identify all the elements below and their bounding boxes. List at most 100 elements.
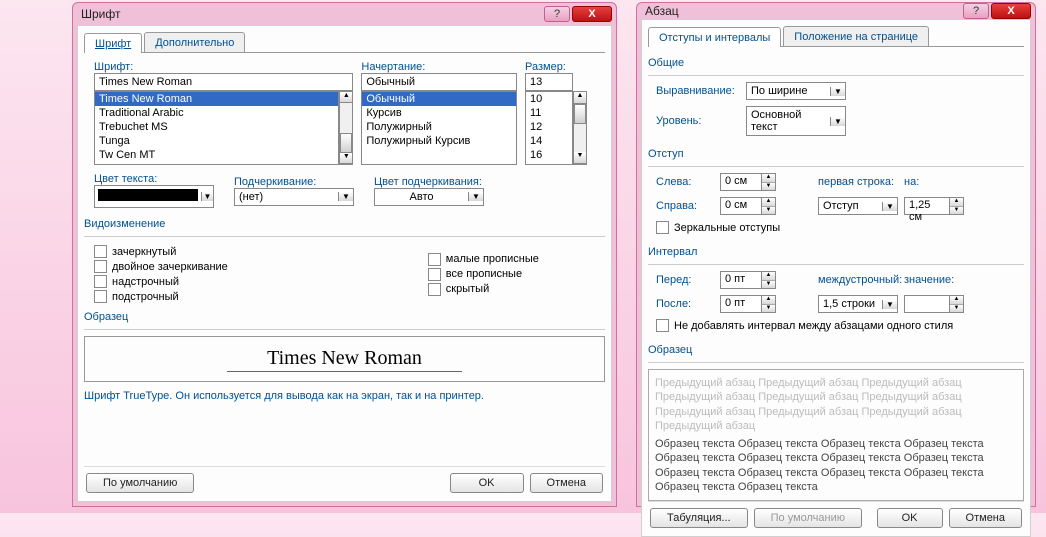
before-spinner[interactable]: 0 пт▲▼ [720,271,776,289]
cancel-button[interactable]: Отмена [949,508,1022,528]
general-group-label: Общие [648,57,1024,69]
size-list-item[interactable]: 11 [526,106,572,120]
level-dropdown[interactable]: Основной текст▼ [746,106,846,136]
size-input[interactable] [525,73,573,91]
linespacing-dropdown[interactable]: 1,5 строки▼ [818,295,898,313]
help-icon[interactable]: ? [963,3,989,19]
sample-group-label: Образец [648,344,1024,356]
font-name-input[interactable] [94,73,353,91]
super-checkbox[interactable]: надстрочный [94,275,228,288]
style-label: Начертание: [361,61,425,73]
chevron-down-icon[interactable]: ▼ [338,192,353,201]
first-on-spinner[interactable]: 1,25 см▲▼ [904,197,964,215]
on-label: на: [904,176,926,188]
strike-checkbox[interactable]: зачеркнутый [94,245,228,258]
titlebar-para[interactable]: Абзац ? X [637,3,1035,19]
scroll-down-icon[interactable]: ▼ [340,153,352,164]
size-list-item[interactable]: 14 [526,134,572,148]
close-icon[interactable]: X [572,6,612,22]
style-list-item[interactable]: Полужирный Курсив [362,134,516,148]
first-line-dropdown[interactable]: Отступ▼ [818,197,898,215]
style-list-item[interactable]: Полужирный [362,120,516,134]
chevron-down-icon[interactable]: ▼ [882,202,897,211]
mirror-checkbox[interactable]: Зеркальные отступы [656,221,1016,234]
style-list-item[interactable]: Курсив [362,106,516,120]
underline-dropdown[interactable]: (нет) ▼ [234,188,354,206]
titlebar-font[interactable]: Шрифт ? X [73,3,616,25]
spin-down-icon[interactable]: ▼ [762,281,775,289]
spin-down-icon[interactable]: ▼ [762,183,775,191]
spin-up-icon[interactable]: ▲ [762,198,775,207]
linespacing-label: междустрочный: [818,274,898,286]
interval-group-label: Интервал [648,246,1024,258]
first-line-label: первая строка: [818,176,898,188]
font-list-item[interactable]: Tw Cen MT [95,148,338,162]
font-listbox[interactable]: Times New Roman Traditional Arabic Trebu… [94,91,339,165]
ok-button[interactable]: OK [877,508,943,528]
dialog-title: Шрифт [81,7,542,21]
hidden-checkbox[interactable]: скрытый [428,283,539,296]
chevron-down-icon[interactable]: ▼ [882,300,897,309]
tab-advanced[interactable]: Дополнительно [144,32,245,52]
tab-page-pos[interactable]: Положение на странице [783,26,929,46]
dstrike-checkbox[interactable]: двойное зачеркивание [94,260,228,273]
style-input[interactable] [361,73,517,91]
ok-button[interactable]: OK [450,473,524,493]
tabs-font: Шрифт Дополнительно [84,32,605,53]
nospace-checkbox[interactable]: Не добавлять интервал между абзацами одн… [656,319,1016,332]
close-icon[interactable]: X [991,3,1031,19]
scroll-up-icon[interactable]: ▲ [340,92,352,103]
help-icon[interactable]: ? [544,6,570,22]
spin-up-icon[interactable]: ▲ [762,174,775,183]
size-list-item[interactable]: 10 [526,92,572,106]
chevron-down-icon[interactable]: ▼ [201,192,213,201]
chevron-down-icon[interactable]: ▼ [468,192,483,201]
chevron-down-icon[interactable]: ▼ [830,117,845,126]
spin-up-icon[interactable]: ▲ [762,296,775,305]
tab-indents[interactable]: Отступы и интервалы [648,27,781,47]
sub-checkbox[interactable]: подстрочный [94,290,228,303]
spin-up-icon[interactable]: ▲ [950,198,963,207]
after-spinner[interactable]: 0 пт▲▼ [720,295,776,313]
size-listbox[interactable]: 10 11 12 14 16 [525,91,573,165]
align-dropdown[interactable]: По ширине▼ [746,82,846,100]
text-color-dropdown[interactable]: ▼ [94,185,214,208]
spin-down-icon[interactable]: ▼ [762,305,775,313]
underline-color-dropdown[interactable]: Авто ▼ [374,188,484,206]
font-list-item[interactable]: Traditional Arabic [95,106,338,120]
default-button[interactable]: По умолчанию [754,508,862,528]
spin-up-icon[interactable]: ▲ [762,272,775,281]
value-spinner[interactable]: ▲▼ [904,295,964,313]
spin-down-icon[interactable]: ▼ [950,207,963,215]
tabs-button[interactable]: Табуляция... [650,508,748,528]
chevron-down-icon[interactable]: ▼ [830,87,845,96]
smallcaps-checkbox[interactable]: малые прописные [428,253,539,266]
style-list-item[interactable]: Обычный [362,92,516,106]
font-list-scrollbar[interactable]: ▲ ▼ [339,91,353,165]
spin-down-icon[interactable]: ▼ [762,207,775,215]
size-list-scrollbar[interactable]: ▲ ▼ [573,91,587,165]
tab-font[interactable]: Шрифт [84,33,142,53]
left-spinner[interactable]: 0 см▲▼ [720,173,776,191]
font-list-item[interactable]: Times New Roman [95,92,338,106]
spin-up-icon[interactable]: ▲ [950,296,963,305]
scroll-thumb[interactable] [574,104,586,124]
style-listbox[interactable]: Обычный Курсив Полужирный Полужирный Кур… [361,91,517,165]
allcaps-checkbox[interactable]: все прописные [428,268,539,281]
sample-prev-text: Предыдущий абзац Предыдущий абзац Предыд… [655,376,1017,433]
size-list-item[interactable]: 12 [526,120,572,134]
spin-down-icon[interactable]: ▼ [950,305,963,313]
font-list-item[interactable]: Trebuchet MS [95,120,338,134]
default-button[interactable]: По умолчанию [86,473,194,493]
scroll-down-icon[interactable]: ▼ [574,152,586,164]
right-spinner[interactable]: 0 см▲▼ [720,197,776,215]
sample-cur-text: Образец текста Образец текста Образец те… [655,437,1017,494]
size-list-item[interactable]: 16 [526,148,572,162]
cancel-button[interactable]: Отмена [530,473,603,493]
scroll-thumb[interactable] [340,133,352,153]
paragraph-dialog: Абзац ? X Отступы и интервалы Положение … [636,2,1036,507]
font-list-item[interactable]: Tunga [95,134,338,148]
scroll-up-icon[interactable]: ▲ [574,92,586,104]
text-color-label: Цвет текста: [94,173,157,185]
align-label: Выравнивание: [656,85,746,97]
